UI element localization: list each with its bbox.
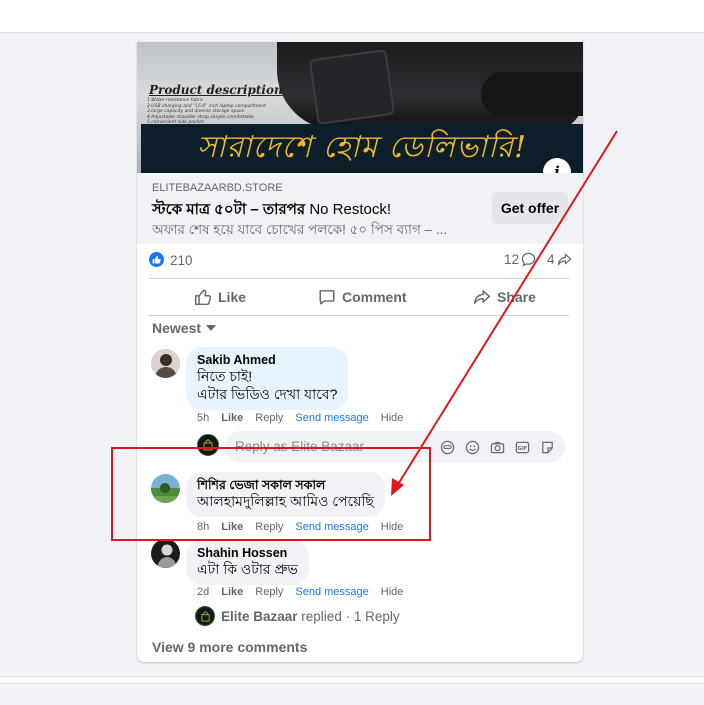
banner-text: সারাদেশে হোম ডেলিভারি!: [196, 130, 528, 165]
post-card: Product description 1.Water-resistance f…: [137, 42, 583, 662]
comment-bubble: Shahin Hossen এটা কি ওটার প্রুভ: [186, 540, 309, 585]
divider: [149, 315, 569, 316]
like-button-label: Like: [218, 289, 247, 305]
comment-reply-button[interactable]: Reply: [255, 412, 283, 424]
comment-time[interactable]: 2d: [197, 586, 209, 598]
ad-headline-bold: স্টকে মাত্র ৫০টা – তারপর: [152, 201, 306, 218]
like-button[interactable]: Like: [194, 286, 246, 308]
comment-time[interactable]: 5h: [197, 412, 209, 424]
chevron-down-icon: [206, 325, 217, 331]
ad-link-preview[interactable]: ELITEBAZAARBD.STORE স্টকে মাত্র ৫০টা – ত…: [137, 173, 583, 244]
comment-count[interactable]: 12: [504, 252, 536, 267]
svg-text:GIF: GIF: [517, 445, 527, 451]
ad-headline-rest: No Restock!: [305, 201, 392, 218]
share-count-value: 4: [547, 252, 555, 267]
comment-text: নিতে চাই!: [197, 368, 253, 384]
comment-reply-button[interactable]: Reply: [255, 586, 283, 598]
comment-text: এটার ভিডিও দেখা যাবে?: [197, 386, 338, 402]
comment-icon: [319, 290, 335, 305]
share-icon: [473, 290, 491, 304]
get-offer-button[interactable]: Get offer: [492, 192, 568, 224]
comment-bubble-icon: [521, 252, 536, 267]
bottom-bar: [0, 676, 704, 684]
replied-text: replied · 1 Reply: [297, 608, 400, 624]
hide-comment-button[interactable]: Hide: [381, 412, 404, 424]
reply-tools: GIF: [439, 439, 555, 455]
annotation-highlight-box: [111, 447, 431, 541]
product-description-title: Product description: [149, 83, 283, 97]
ad-subtext: অফার শেষ হয়ে যাবে চোখের পলকে! ৫০ পিস ব্…: [152, 222, 448, 237]
comment-like-button[interactable]: Like: [221, 412, 243, 424]
hide-comment-button[interactable]: Hide: [381, 586, 404, 598]
send-message-button[interactable]: Send message: [295, 586, 368, 598]
emoji-icon[interactable]: [464, 439, 480, 455]
comment-count-value: 12: [504, 252, 520, 267]
replied-page-name: Elite Bazaar: [221, 608, 298, 624]
top-bar: [0, 0, 704, 33]
avatar[interactable]: [151, 539, 180, 568]
comment-sort-dropdown[interactable]: Newest: [152, 320, 217, 336]
share-button-label: Share: [497, 289, 536, 305]
gif-icon[interactable]: GIF: [514, 439, 530, 455]
ad-image[interactable]: Product description 1.Water-resistance f…: [137, 42, 583, 173]
avatar[interactable]: [151, 349, 180, 378]
share-button[interactable]: Share: [473, 286, 536, 308]
divider: [149, 278, 569, 279]
page-replied-link[interactable]: Elite Bazaar replied · 1 Reply: [195, 606, 400, 626]
camera-icon[interactable]: [489, 439, 505, 455]
sort-label: Newest: [152, 320, 202, 336]
comment-button-label: Comment: [342, 289, 407, 305]
sticker-icon[interactable]: [539, 439, 555, 455]
page-avatar: [195, 606, 215, 626]
thumbs-up-icon: [194, 289, 212, 306]
backpack-strap: [481, 72, 583, 116]
delivery-banner: সারাদেশে হোম ডেলিভারি!: [141, 124, 583, 173]
ad-domain: ELITEBAZAARBD.STORE: [152, 182, 283, 194]
comment-like-button[interactable]: Like: [221, 586, 243, 598]
comment-actions: 5h Like Reply Send message Hide: [197, 412, 403, 424]
comment-button[interactable]: Comment: [318, 286, 407, 308]
comment-text: এটা কি ওটার প্রুভ: [197, 561, 298, 577]
view-more-comments-link[interactable]: View 9 more comments: [152, 639, 307, 655]
like-count[interactable]: 210: [170, 253, 193, 268]
comment-author[interactable]: Shahin Hossen: [197, 546, 298, 560]
product-feature-list: 1.Water-resistance fabric 2.USB charging…: [147, 98, 307, 126]
avatar-sticker-icon[interactable]: [439, 439, 455, 455]
comment-author[interactable]: Sakib Ahmed: [197, 353, 337, 367]
comment-actions: 2d Like Reply Send message Hide: [197, 586, 403, 598]
comment-bubble: Sakib Ahmed নিতে চাই! এটার ভিডিও দেখা যা…: [186, 347, 349, 410]
send-message-button[interactable]: Send message: [295, 412, 368, 424]
share-count[interactable]: 4: [547, 252, 572, 267]
like-reaction-icon[interactable]: [149, 252, 164, 267]
backpack-pocket: [308, 48, 396, 126]
share-arrow-icon: [557, 253, 571, 266]
